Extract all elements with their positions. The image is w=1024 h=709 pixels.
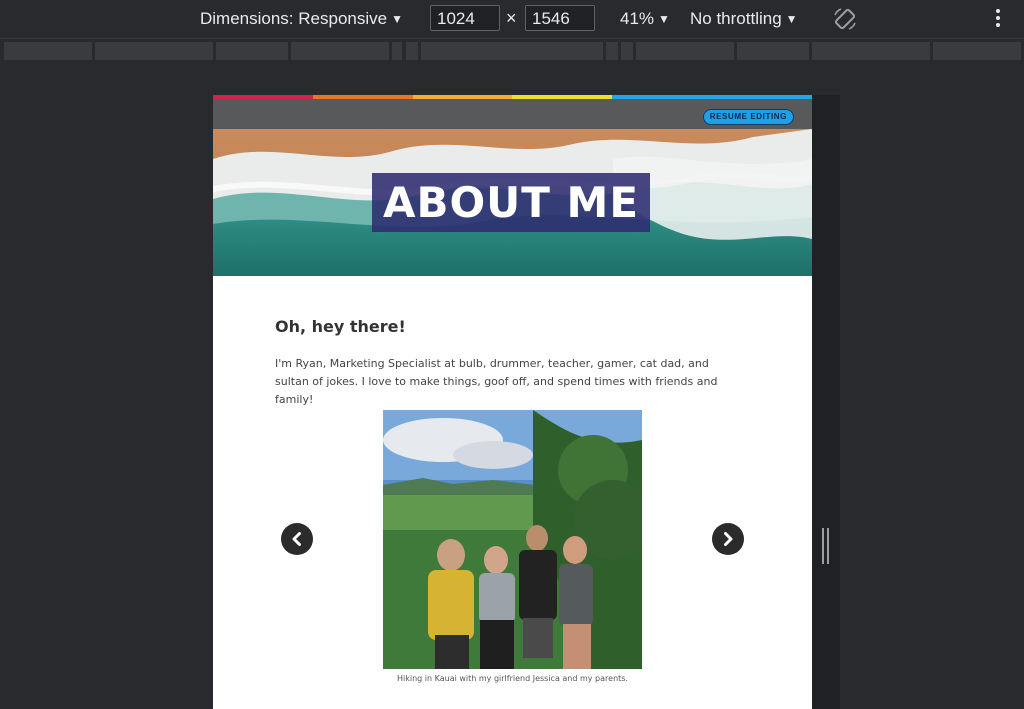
- media-query-segment[interactable]: [95, 42, 213, 60]
- width-input[interactable]: 1024: [430, 5, 500, 31]
- carousel-next-button[interactable]: [712, 523, 744, 555]
- media-query-segment[interactable]: [291, 42, 389, 60]
- media-query-segment[interactable]: [392, 42, 402, 60]
- carousel-prev-button[interactable]: [281, 523, 313, 555]
- media-query-segment[interactable]: [406, 42, 418, 60]
- throttling-dropdown[interactable]: No throttling ▼: [690, 9, 798, 29]
- viewport-gutter: [812, 95, 840, 709]
- site-header: RESUME EDITING: [213, 99, 812, 129]
- media-query-segment[interactable]: [4, 42, 92, 60]
- resume-editing-button[interactable]: RESUME EDITING: [702, 109, 794, 125]
- throttling-label: No throttling: [690, 9, 782, 28]
- zoom-label: 41%: [620, 9, 655, 28]
- media-query-segment[interactable]: [812, 42, 930, 60]
- greeting-heading: Oh, hey there!: [275, 317, 406, 336]
- page-title: ABOUT ME: [372, 173, 650, 232]
- chevron-left-icon: [292, 532, 301, 546]
- dimensions-dropdown[interactable]: Dimensions: Responsive ▼: [200, 9, 403, 29]
- intro-section: Oh, hey there! I'm Ryan, Marketing Speci…: [275, 317, 745, 406]
- hero-banner: ABOUT ME: [213, 129, 812, 276]
- media-query-segment[interactable]: [606, 42, 618, 60]
- caret-down-icon: ▼: [785, 12, 798, 26]
- emulated-viewport: RESUME EDITING ABOUT ME Oh, hey there! I…: [213, 95, 812, 709]
- caret-down-icon: ▼: [391, 12, 403, 26]
- rotate-icon[interactable]: [832, 6, 858, 32]
- times-symbol: ×: [506, 8, 517, 28]
- zoom-dropdown[interactable]: 41% ▼: [620, 9, 670, 29]
- devtools-device-toolbar: Dimensions: Responsive ▼ 1024 × 1546 41%…: [0, 0, 1024, 38]
- carousel-photo: [383, 410, 642, 669]
- media-query-segment[interactable]: [421, 42, 603, 60]
- viewport-resize-handle[interactable]: [822, 528, 830, 564]
- height-input[interactable]: 1546: [525, 5, 595, 31]
- media-query-segment[interactable]: [737, 42, 809, 60]
- intro-paragraph: I'm Ryan, Marketing Specialist at bulb, …: [275, 357, 718, 406]
- dimensions-label: Dimensions: Responsive: [200, 9, 388, 28]
- photo-caption: Hiking in Kauai with my girlfriend Jessi…: [397, 674, 628, 683]
- media-query-segment[interactable]: [636, 42, 734, 60]
- hiking-group-photo: [383, 410, 642, 669]
- chevron-right-icon: [724, 532, 733, 546]
- media-query-segment[interactable]: [621, 42, 633, 60]
- kebab-menu-icon[interactable]: [994, 9, 1002, 29]
- media-query-segment[interactable]: [216, 42, 288, 60]
- caret-down-icon: ▼: [658, 12, 670, 26]
- media-query-segment[interactable]: [933, 42, 1021, 60]
- media-query-bar: [0, 38, 1024, 63]
